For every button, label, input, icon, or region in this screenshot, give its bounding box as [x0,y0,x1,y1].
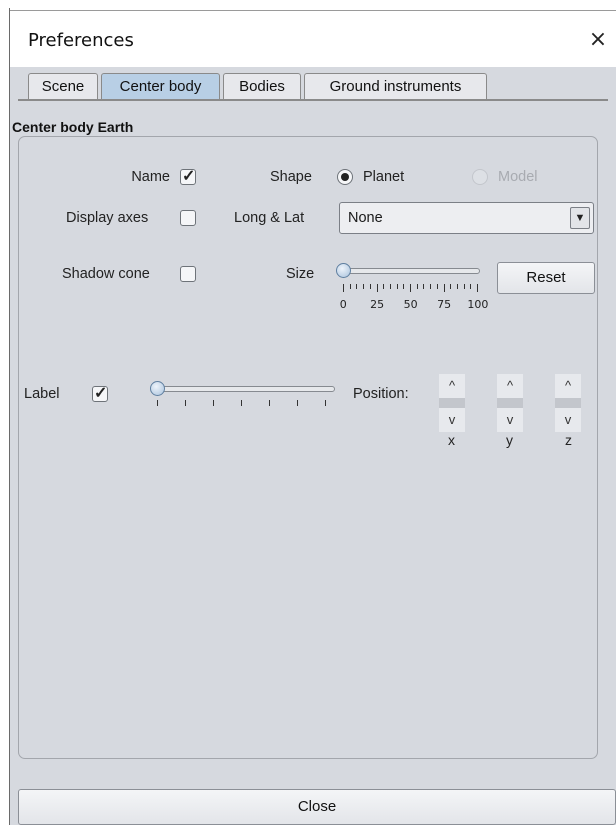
label-slider-tick [185,400,186,406]
size-slider-tick [450,284,452,289]
long-lat-value: None [348,210,383,226]
spinner-down-icon[interactable]: v [555,408,581,432]
spinner-up-icon[interactable]: ^ [439,374,465,398]
label-slider-thumb[interactable] [150,381,165,396]
radio-selected-dot [341,173,349,181]
size-slider-tick [430,284,432,289]
close-icon[interactable]: × [586,28,610,52]
check-icon: ✓ [182,168,196,185]
size-slider-tick-label: 100 [467,298,489,311]
label-slider-track [151,386,335,392]
window-title: Preferences [28,30,134,51]
size-slider-tick [389,284,391,289]
name-label: Name [131,169,170,185]
size-label: Size [286,266,315,282]
size-slider-tick [349,284,351,289]
spinner-down-icon[interactable]: v [497,408,523,432]
size-slider-tick [369,284,371,289]
position-x-label: x [448,432,455,448]
tab-scene[interactable]: Scene [28,73,98,99]
shape-planet-label: Planet [363,169,405,185]
position-y-spinner[interactable]: ^ v [497,374,523,434]
spinner-down-icon[interactable]: v [439,408,465,432]
size-slider-track [340,268,480,274]
size-slider-tick-label: 0 [339,298,347,311]
size-slider-tick [423,284,425,289]
label-checkbox[interactable]: ✓ [92,385,108,402]
shadow-cone-label: Shadow cone [62,266,150,282]
label-slider-tick [241,400,242,406]
label-slider-tick [157,400,158,406]
size-slider-tick-label: 25 [370,298,385,311]
label-slider-tick [325,400,326,406]
position-z-spinner[interactable]: ^ v [555,374,581,434]
shape-label: Shape [270,169,312,185]
chevron-down-icon[interactable]: ▼ [570,207,590,229]
label-label: Label [24,386,60,402]
reset-button[interactable]: Reset [497,262,595,294]
size-slider-tick [463,284,465,289]
size-slider-tick [456,284,458,289]
size-slider-tick [436,284,438,289]
label-slider-tick [269,400,270,406]
close-button[interactable]: Close [18,789,616,825]
long-lat-label: Long & Lat [234,210,305,226]
tab-bodies[interactable]: Bodies [223,73,301,99]
size-slider-tick [403,284,405,289]
shape-model-label: Model [498,169,538,185]
spinner-up-icon[interactable]: ^ [497,374,523,398]
size-slider-tick [356,284,358,289]
position-x-spinner[interactable]: ^ v [439,374,465,434]
display-axes-label: Display axes [66,210,149,226]
position-y-label: y [506,432,513,448]
size-slider-tick-label: 75 [437,298,452,311]
name-checkbox[interactable]: ✓ [180,168,196,185]
tab-center-body[interactable]: Center body [101,73,220,99]
size-slider-tick [396,284,398,289]
size-slider-tick [443,284,445,292]
check-icon: ✓ [94,385,108,402]
size-slider-tick [410,284,411,292]
long-lat-dropdown[interactable]: None ▼ [339,202,594,234]
size-slider-thumb[interactable] [336,263,351,278]
label-slider-tick [213,400,214,406]
size-slider-tick [343,284,344,292]
size-slider-tick [383,284,385,289]
shadow-cone-checkbox[interactable] [180,266,196,282]
spinner-value-field[interactable] [439,398,465,408]
spinner-up-icon[interactable]: ^ [555,374,581,398]
size-slider-tick [470,284,472,289]
spinner-value-field[interactable] [497,398,523,408]
spinner-value-field[interactable] [555,398,581,408]
size-slider-tick [416,284,418,289]
shape-planet-radio[interactable] [337,169,353,185]
shape-model-radio[interactable] [472,169,488,185]
tab-divider [18,99,608,101]
size-slider-tick [376,284,378,292]
size-slider-tick-label: 50 [403,298,418,311]
label-slider[interactable] [145,380,337,410]
position-z-label: z [565,432,572,448]
size-slider[interactable]: 0 25 50 75 100 [336,262,488,312]
label-slider-tick [297,400,298,406]
group-title: Center body Earth [12,119,134,135]
window-top-edge [10,0,616,11]
tab-ground-instruments[interactable]: Ground instruments [304,73,487,99]
position-label: Position: [353,386,409,402]
display-axes-checkbox[interactable] [180,210,196,226]
size-slider-tick [363,284,365,289]
size-slider-tick [477,284,478,292]
